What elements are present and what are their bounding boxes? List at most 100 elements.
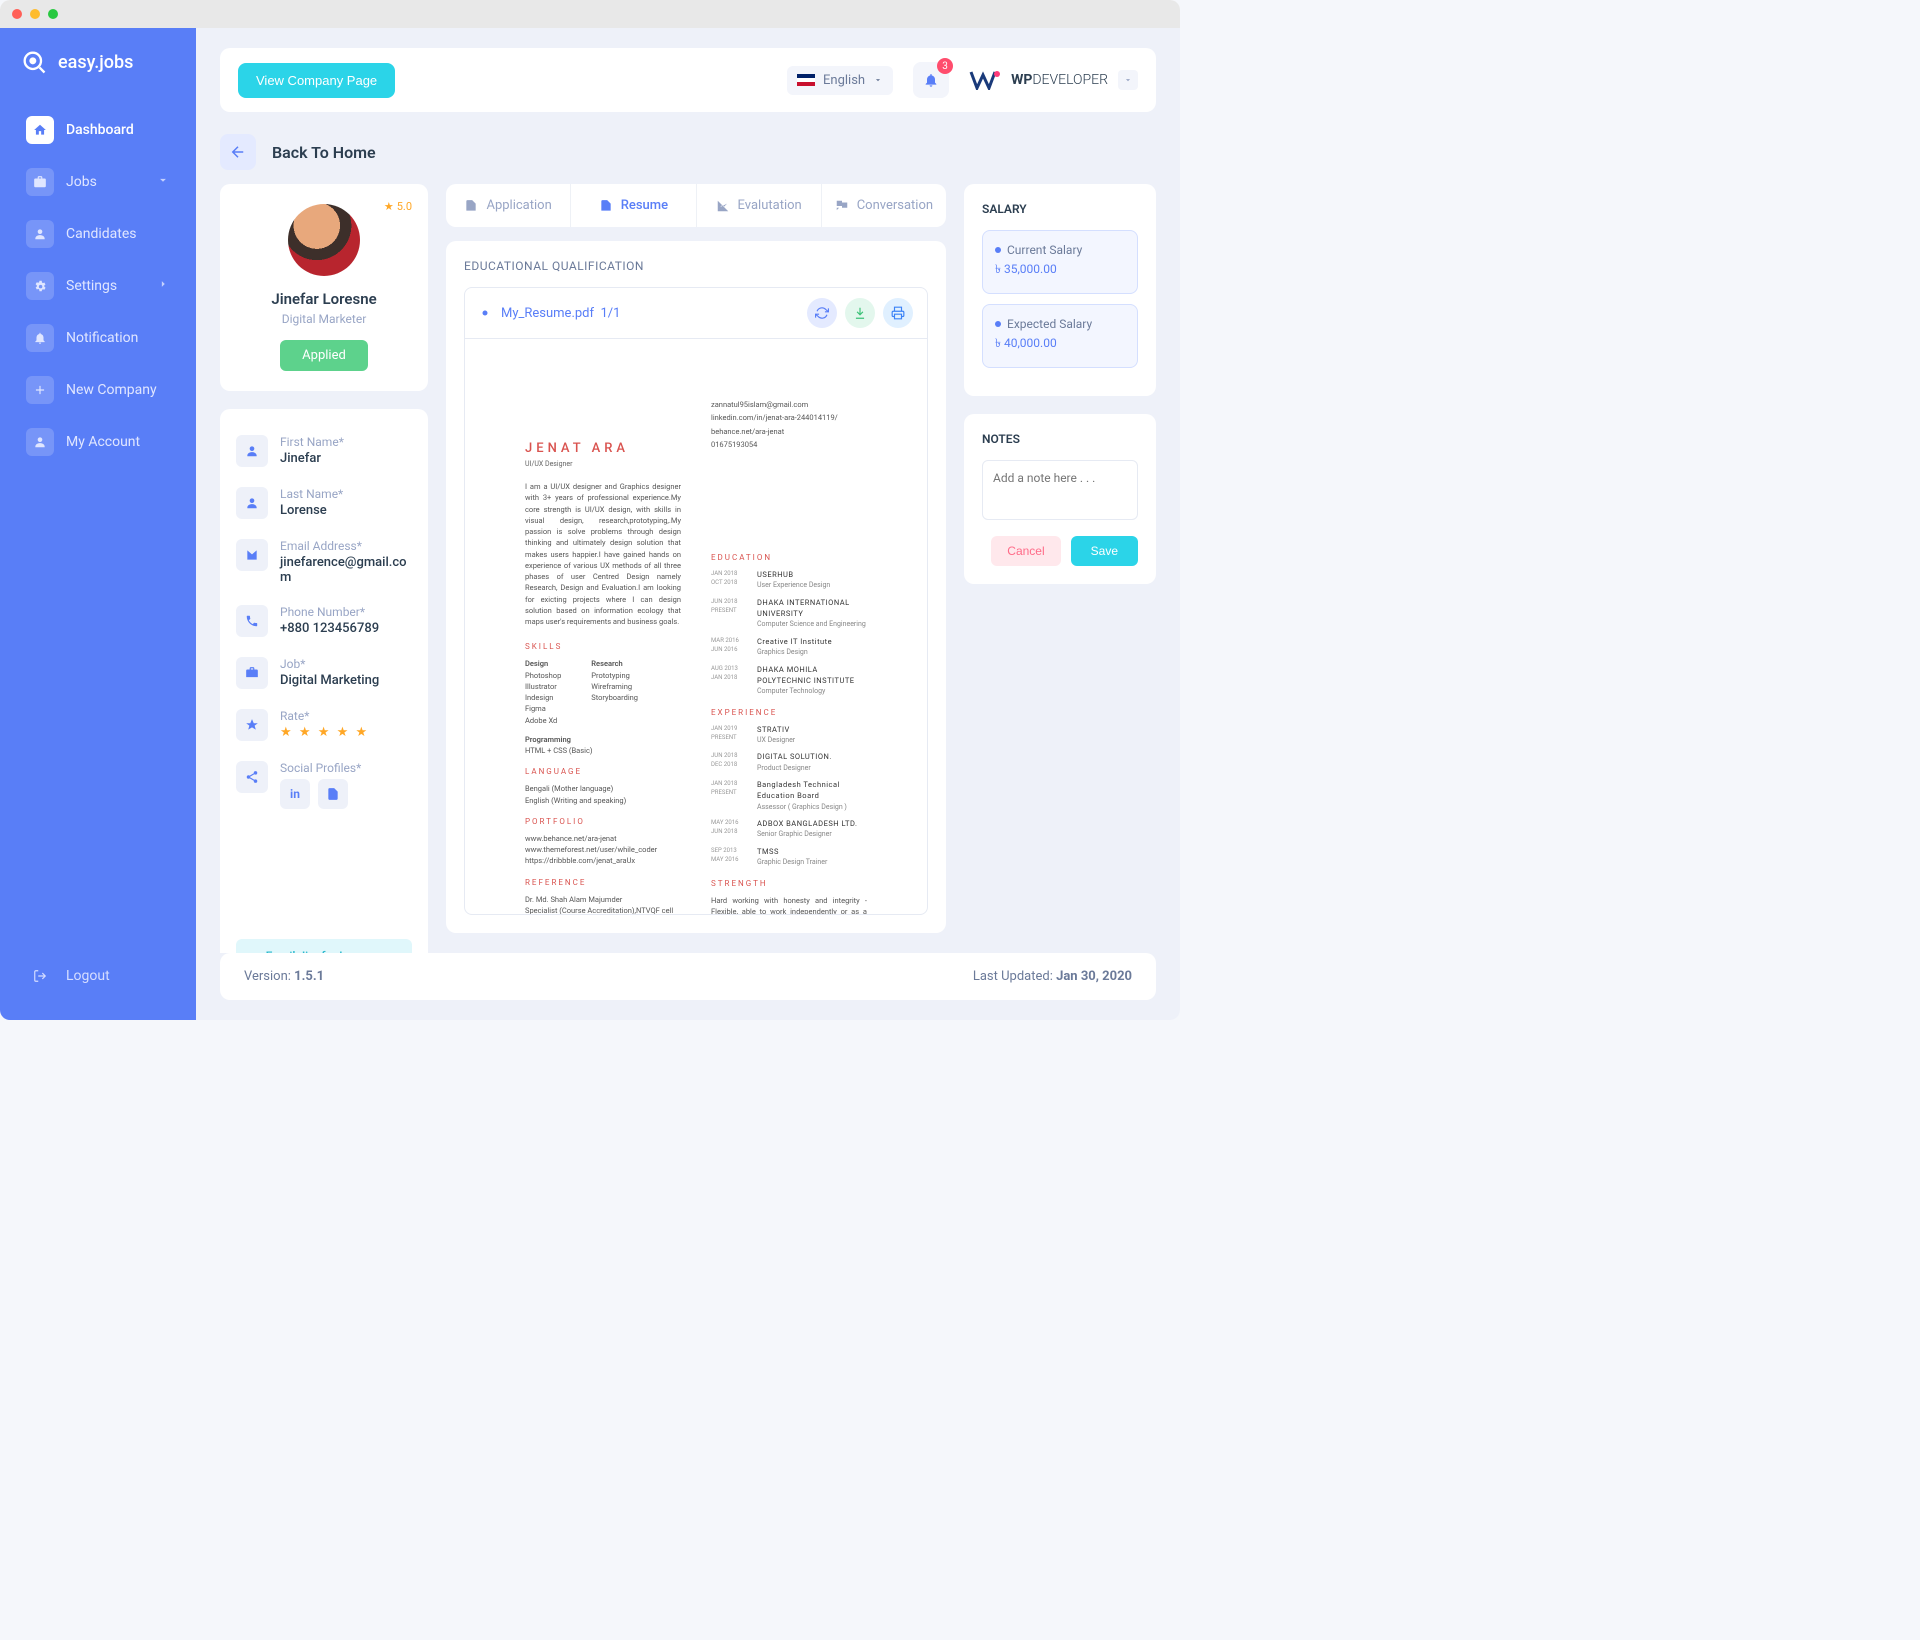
cancel-button[interactable]: Cancel: [991, 536, 1060, 566]
nav-my-account[interactable]: My Account: [14, 418, 182, 466]
window-titlebar: [0, 0, 1180, 28]
mail-icon: [236, 539, 268, 571]
nav-dashboard[interactable]: Dashboard: [14, 106, 182, 154]
footer: Version: 1.5.1 Last Updated: Jan 30, 202…: [220, 953, 1156, 1000]
notes-card: NOTES Cancel Save: [964, 414, 1156, 584]
notes-title: NOTES: [982, 432, 1138, 446]
phone-value: +880 123456789: [280, 621, 379, 636]
nav-settings-label: Settings: [66, 278, 117, 294]
profile-role: Digital Marketer: [240, 312, 408, 326]
view-company-button[interactable]: View Company Page: [238, 63, 395, 98]
window-maximize[interactable]: [48, 9, 58, 19]
chevron-down-icon: [156, 173, 170, 191]
refresh-button[interactable]: [807, 298, 837, 328]
document-icon: [464, 199, 478, 213]
bell-icon: [923, 72, 939, 88]
save-button[interactable]: Save: [1071, 536, 1138, 566]
tab-evaluation[interactable]: Evalutation: [697, 184, 822, 227]
print-icon: [891, 306, 905, 320]
nav-dashboard-label: Dashboard: [66, 122, 134, 138]
tab-conversation[interactable]: Conversation: [822, 184, 946, 227]
section-title: EDUCATIONAL QUALIFICATION: [464, 259, 928, 273]
status-badge: Applied: [280, 340, 368, 371]
print-button[interactable]: [883, 298, 913, 328]
nav: Dashboard Jobs Candidates Settings: [14, 106, 182, 952]
nav-notification[interactable]: Notification: [14, 314, 182, 362]
logout-label: Logout: [66, 968, 110, 984]
chevron-down-icon: [873, 75, 883, 85]
last-name-value: Lorense: [280, 503, 343, 518]
profile-card: ★ 5.0 Jinefar Loresne Digital Marketer A…: [220, 184, 428, 391]
logo[interactable]: easy.jobs: [14, 48, 182, 76]
expected-salary-value: ৳ 40,000.00: [995, 335, 1125, 355]
email-candidate-button[interactable]: Email Jinefar Lorense: [236, 939, 412, 953]
nav-candidates-label: Candidates: [66, 226, 137, 242]
resume-document: JENAT ARA UI/UX Designer I am a UI/UX de…: [485, 359, 907, 914]
chevron-down-icon: [1118, 70, 1138, 90]
email-value: jinefarence@gmail.com: [280, 555, 412, 585]
uk-flag-icon: [797, 74, 815, 86]
main: View Company Page English 3: [196, 28, 1180, 1020]
download-icon: [853, 306, 867, 320]
plus-icon: [26, 376, 54, 404]
user-icon: [236, 487, 268, 519]
refresh-icon: [815, 306, 829, 320]
download-button[interactable]: [845, 298, 875, 328]
tab-application[interactable]: Application: [446, 184, 571, 227]
chat-icon: [835, 199, 849, 213]
nav-jobs-label: Jobs: [66, 174, 97, 190]
profile-name: Jinefar Loresne: [240, 290, 408, 308]
nav-notification-label: Notification: [66, 330, 138, 346]
account-icon: [26, 428, 54, 456]
back-label: Back To Home: [272, 143, 376, 162]
linkedin-button[interactable]: in: [280, 779, 310, 809]
current-salary-value: ৳ 35,000.00: [995, 261, 1125, 281]
logout-button[interactable]: Logout: [14, 952, 182, 1000]
arrow-left-icon: [229, 143, 247, 161]
email-label: Email Address*: [280, 539, 412, 553]
logo-icon: [20, 48, 48, 76]
notifications-button[interactable]: 3: [913, 62, 949, 98]
window-minimize[interactable]: [30, 9, 40, 19]
job-label: Job*: [280, 657, 379, 671]
nav-candidates[interactable]: Candidates: [14, 210, 182, 258]
first-name-value: Jinefar: [280, 451, 344, 466]
tab-resume[interactable]: Resume: [571, 184, 696, 227]
document-icon: [599, 199, 613, 213]
back-button[interactable]: [220, 134, 256, 170]
share-icon: [236, 761, 268, 793]
salary-title: SALARY: [982, 202, 1138, 216]
salary-card: SALARY Current Salary ৳ 35,000.00 Expect…: [964, 184, 1156, 396]
phone-label: Phone Number*: [280, 605, 379, 619]
language-selector[interactable]: English: [787, 66, 893, 95]
company-selector[interactable]: WPDEVELOPER: [969, 70, 1138, 90]
rating-badge: ★ 5.0: [384, 200, 412, 213]
window-close[interactable]: [12, 9, 22, 19]
logo-text: easy.jobs: [58, 52, 133, 73]
bell-icon: [26, 324, 54, 352]
note-input[interactable]: [982, 460, 1138, 520]
home-icon: [26, 116, 54, 144]
nav-jobs[interactable]: Jobs: [14, 158, 182, 206]
nav-new-company[interactable]: New Company: [14, 366, 182, 414]
language-label: English: [823, 73, 865, 88]
phone-icon: [236, 605, 268, 637]
job-value: Digital Marketing: [280, 673, 379, 688]
pdf-filename: My_Resume.pdf 1/1: [501, 306, 797, 321]
nav-settings[interactable]: Settings: [14, 262, 182, 310]
last-updated-text: Last Updated: Jan 30, 2020: [973, 969, 1132, 984]
avatar: [288, 204, 360, 276]
user-icon: [236, 435, 268, 467]
social-label: Social Profiles*: [280, 761, 361, 775]
document-button[interactable]: [318, 779, 348, 809]
nav-new-company-label: New Company: [66, 382, 157, 398]
briefcase-icon: [236, 657, 268, 689]
user-icon: [26, 220, 54, 248]
tabs: Application Resume Evalutation Conversat…: [446, 184, 946, 227]
chevron-right-icon: [156, 277, 170, 295]
company-logo-icon: [969, 70, 1001, 90]
pdf-body[interactable]: JENAT ARA UI/UX Designer I am a UI/UX de…: [465, 339, 927, 914]
gear-icon: [26, 272, 54, 300]
nav-my-account-label: My Account: [66, 434, 140, 450]
star-icon: [236, 709, 268, 741]
